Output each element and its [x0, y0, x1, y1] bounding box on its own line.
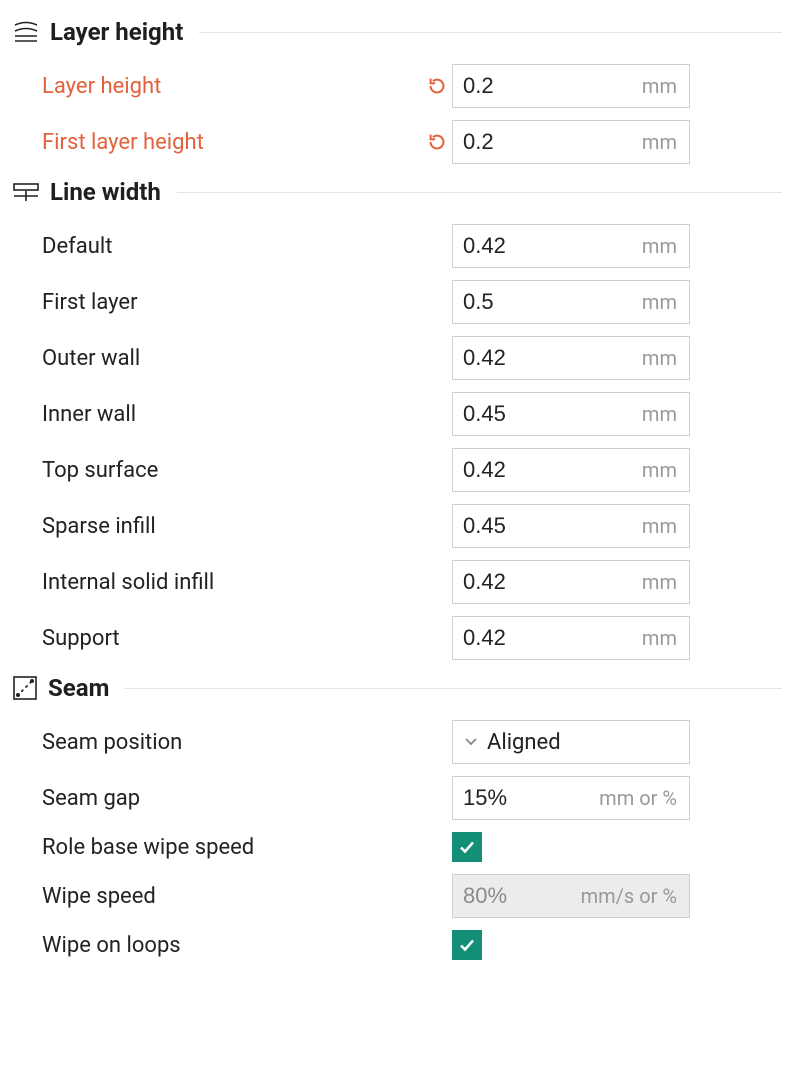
label-first-layer: First layer	[42, 290, 422, 315]
row-wipe-on-loops: Wipe on loops	[12, 924, 782, 966]
row-role-base-wipe-speed: Role base wipe speed	[12, 826, 782, 868]
select-seam-position[interactable]: Aligned	[452, 720, 690, 764]
input-top-surface[interactable]: mm	[452, 448, 690, 492]
label-seam-gap: Seam gap	[42, 786, 422, 811]
unit: mm	[642, 514, 689, 538]
label-solid-infill: Internal solid infill	[42, 570, 422, 595]
row-outer-wall: Outer wall mm	[12, 330, 782, 386]
select-seam-position-value: Aligned	[487, 730, 561, 755]
input-sparse-infill-value[interactable]	[453, 513, 642, 539]
seam-icon	[12, 675, 38, 701]
label-wipe-on-loops: Wipe on loops	[42, 933, 422, 958]
label-first-layer-height: First layer height	[42, 130, 422, 155]
unit: mm or %	[599, 786, 689, 810]
row-first-layer: First layer mm	[12, 274, 782, 330]
row-top-surface: Top surface mm	[12, 442, 782, 498]
unit: mm	[642, 234, 689, 258]
row-wipe-speed: Wipe speed mm/s or %	[12, 868, 782, 924]
input-first-layer[interactable]: mm	[452, 280, 690, 324]
input-support-value[interactable]	[453, 625, 642, 651]
label-layer-height: Layer height	[42, 74, 422, 99]
checkbox-role-base-wipe-speed[interactable]	[452, 832, 482, 862]
line-width-icon	[12, 181, 40, 203]
label-top-surface: Top surface	[42, 458, 422, 483]
row-inner-wall: Inner wall mm	[12, 386, 782, 442]
section-title: Line width	[50, 178, 161, 206]
label-default: Default	[42, 234, 422, 259]
input-outer-wall-value[interactable]	[453, 345, 642, 371]
section-header-layer-height: Layer height	[12, 18, 782, 46]
input-first-layer-height[interactable]: mm	[452, 120, 690, 164]
input-layer-height[interactable]: mm	[452, 64, 690, 108]
input-wipe-speed: mm/s or %	[452, 874, 690, 918]
input-seam-gap[interactable]: mm or %	[452, 776, 690, 820]
row-sparse-infill: Sparse infill mm	[12, 498, 782, 554]
row-default: Default mm	[12, 218, 782, 274]
unit: mm	[642, 290, 689, 314]
section-header-line-width: Line width	[12, 178, 782, 206]
reset-layer-height[interactable]	[422, 75, 452, 97]
unit: mm/s or %	[581, 884, 689, 908]
label-sparse-infill: Sparse infill	[42, 514, 422, 539]
section-title: Seam	[48, 674, 109, 702]
label-inner-wall: Inner wall	[42, 402, 422, 427]
label-support: Support	[42, 626, 422, 651]
input-first-layer-value[interactable]	[453, 289, 642, 315]
input-wipe-speed-value	[453, 883, 581, 909]
divider	[199, 32, 782, 33]
label-wipe-speed: Wipe speed	[42, 884, 422, 909]
unit: mm	[642, 74, 689, 98]
row-solid-infill: Internal solid infill mm	[12, 554, 782, 610]
input-sparse-infill[interactable]: mm	[452, 504, 690, 548]
input-default-value[interactable]	[453, 233, 642, 259]
unit: mm	[642, 402, 689, 426]
input-support[interactable]: mm	[452, 616, 690, 660]
row-support: Support mm	[12, 610, 782, 666]
input-inner-wall[interactable]: mm	[452, 392, 690, 436]
unit: mm	[642, 570, 689, 594]
divider	[125, 688, 782, 689]
section-header-seam: Seam	[12, 674, 782, 702]
row-first-layer-height: First layer height mm	[12, 114, 782, 170]
input-solid-infill[interactable]: mm	[452, 560, 690, 604]
label-role-base-wipe-speed: Role base wipe speed	[42, 835, 422, 860]
unit: mm	[642, 346, 689, 370]
input-solid-infill-value[interactable]	[453, 569, 642, 595]
input-first-layer-height-value[interactable]	[453, 129, 642, 155]
input-default[interactable]: mm	[452, 224, 690, 268]
chevron-down-icon	[463, 730, 479, 755]
label-seam-position: Seam position	[42, 730, 422, 755]
input-outer-wall[interactable]: mm	[452, 336, 690, 380]
checkbox-wipe-on-loops[interactable]	[452, 930, 482, 960]
divider	[177, 192, 782, 193]
row-layer-height: Layer height mm	[12, 58, 782, 114]
input-seam-gap-value[interactable]	[453, 785, 599, 811]
input-top-surface-value[interactable]	[453, 457, 642, 483]
label-outer-wall: Outer wall	[42, 346, 422, 371]
row-seam-gap: Seam gap mm or %	[12, 770, 782, 826]
row-seam-position: Seam position Aligned	[12, 714, 782, 770]
section-title: Layer height	[50, 18, 183, 46]
layer-height-icon	[12, 20, 40, 44]
unit: mm	[642, 458, 689, 482]
unit: mm	[642, 626, 689, 650]
input-layer-height-value[interactable]	[453, 73, 642, 99]
input-inner-wall-value[interactable]	[453, 401, 642, 427]
unit: mm	[642, 130, 689, 154]
reset-first-layer-height[interactable]	[422, 131, 452, 153]
